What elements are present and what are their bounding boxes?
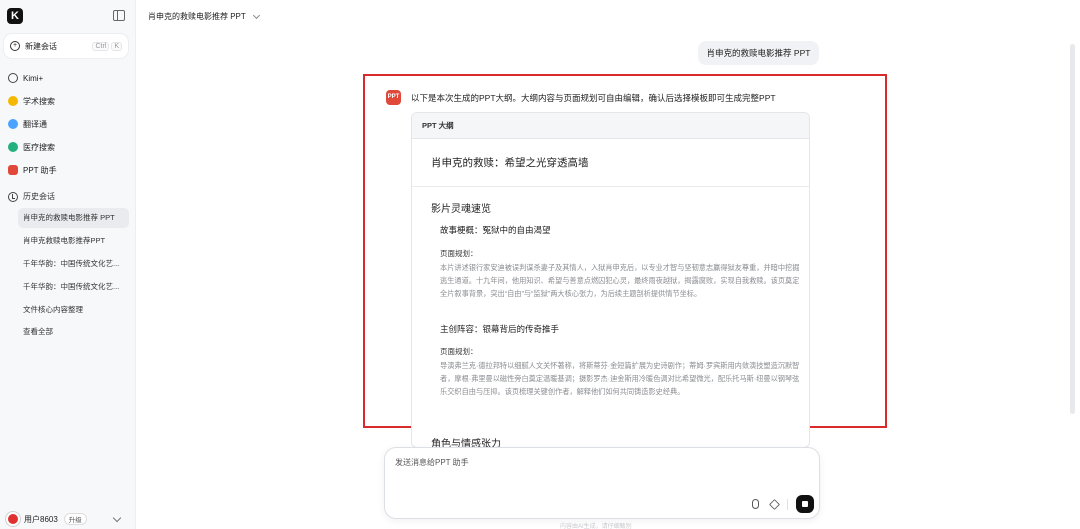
stop-button[interactable] [796,495,814,513]
page-plan-text-2[interactable]: 导演弗兰克·德拉邦特以细腻人文关怀著称，将斯蒂芬·金短篇扩展为史诗剧作；蒂姆·罗… [440,359,804,398]
sidebar-item-medical-search[interactable]: 医疗搜索 [4,137,130,157]
history-item[interactable]: 肖申克救赎电影推荐PPT [18,231,129,251]
view-all-history-link[interactable]: 查看全部 [18,322,129,342]
outline-section-2[interactable]: 主创阵容：银幕背后的传奇推手 [440,323,559,335]
sidebar-item-label: PPT 助手 [23,165,57,175]
sidebar-item-kimi-plus[interactable]: Kimi+ [4,68,130,88]
sidebar-collapse-icon[interactable] [113,10,125,21]
page-plan-label: 页面规划： [440,249,478,258]
ppt-assistant-avatar: PPT [386,90,401,105]
chevron-down-icon[interactable] [112,513,122,523]
avatar [6,512,20,526]
medical-search-icon [8,142,18,152]
sidebar-item-translate[interactable]: 翻译通 [4,114,130,134]
history-item[interactable]: 千年华韵：中国传统文化艺... [18,277,129,297]
chevron-down-icon [252,11,260,19]
ppt-outline-card: PPT 大纲 肖申克的救赎：希望之光穿透高墙 影片灵魂速览 故事梗概：冤狱中的自… [411,112,810,448]
sidebar-item-label: Kimi+ [23,73,44,83]
history-item[interactable]: 千年华韵：中国传统文化艺... [18,254,129,274]
outline-header: PPT 大纲 [412,113,809,139]
sidebar-item-label: 医疗搜索 [23,142,55,152]
kimi-plus-icon [8,73,18,83]
sidebar-item-ppt-assistant[interactable]: PPT 助手 [4,160,130,180]
history-item[interactable]: 文件核心内容整理 [18,300,129,320]
shortcut-key-k: K [111,41,122,51]
sidebar: K + 新建会话 Ctrl K Kimi+ 学术搜索 翻译通 医疗搜索 PPT … [0,0,136,529]
sidebar-item-label: 翻译通 [23,119,47,129]
academic-search-icon [8,96,18,106]
bot-intro-text: 以下是本次生成的PPT大纲。大纲内容与页面规划可自由编辑，确认后选择模板即可生成… [411,93,776,103]
ai-disclaimer: 内容由AI生成，请仔细甄别 [560,524,632,529]
page-plan-label: 页面规划： [440,347,478,356]
outline-section-1[interactable]: 故事梗概：冤狱中的自由渴望 [440,224,551,236]
new-chat-label: 新建会话 [25,41,57,51]
message-input-placeholder: 发送消息给PPT 助手 [395,458,469,467]
kimi-logo[interactable]: K [7,8,23,24]
scrollbar[interactable] [1070,44,1075,414]
history-item[interactable]: 肖申克的救赎电影推荐 PPT [18,208,129,228]
user-profile[interactable]: 用户8603 升级 [6,512,87,526]
clock-icon [8,191,18,202]
upgrade-badge[interactable]: 升级 [63,513,87,525]
translate-icon [8,119,18,129]
page-plan-text-1[interactable]: 本片讲述银行家安迪被误判谋杀妻子及其情人，入狱肖申克后，以专业才智与坚韧意志赢得… [440,261,804,300]
divider [787,499,788,510]
shortcut-hint: Ctrl K [92,41,122,51]
sidebar-item-academic-search[interactable]: 学术搜索 [4,91,130,111]
plus-icon: + [10,41,20,51]
conversation-title-label: 肖申克的救赎电影推荐 PPT [148,12,246,21]
outline-main-title[interactable]: 肖申克的救赎：希望之光穿透高墙 [412,139,809,187]
history-section-title: 历史会话 [8,191,55,202]
sidebar-item-label: 学术搜索 [23,96,55,106]
shortcut-key-ctrl: Ctrl [92,41,110,51]
ppt-assistant-icon [8,165,18,175]
conversation-title[interactable]: 肖申克的救赎电影推荐 PPT [148,11,260,22]
outline-chapter-1[interactable]: 影片灵魂速览 [431,200,491,215]
user-name: 用户8603 [24,514,58,524]
history-title-label: 历史会话 [23,192,55,201]
attachment-icon[interactable] [752,499,759,509]
new-chat-button[interactable]: + 新建会话 Ctrl K [4,34,128,58]
user-message-bubble: 肖申克的救赎电影推荐 PPT [698,41,819,65]
